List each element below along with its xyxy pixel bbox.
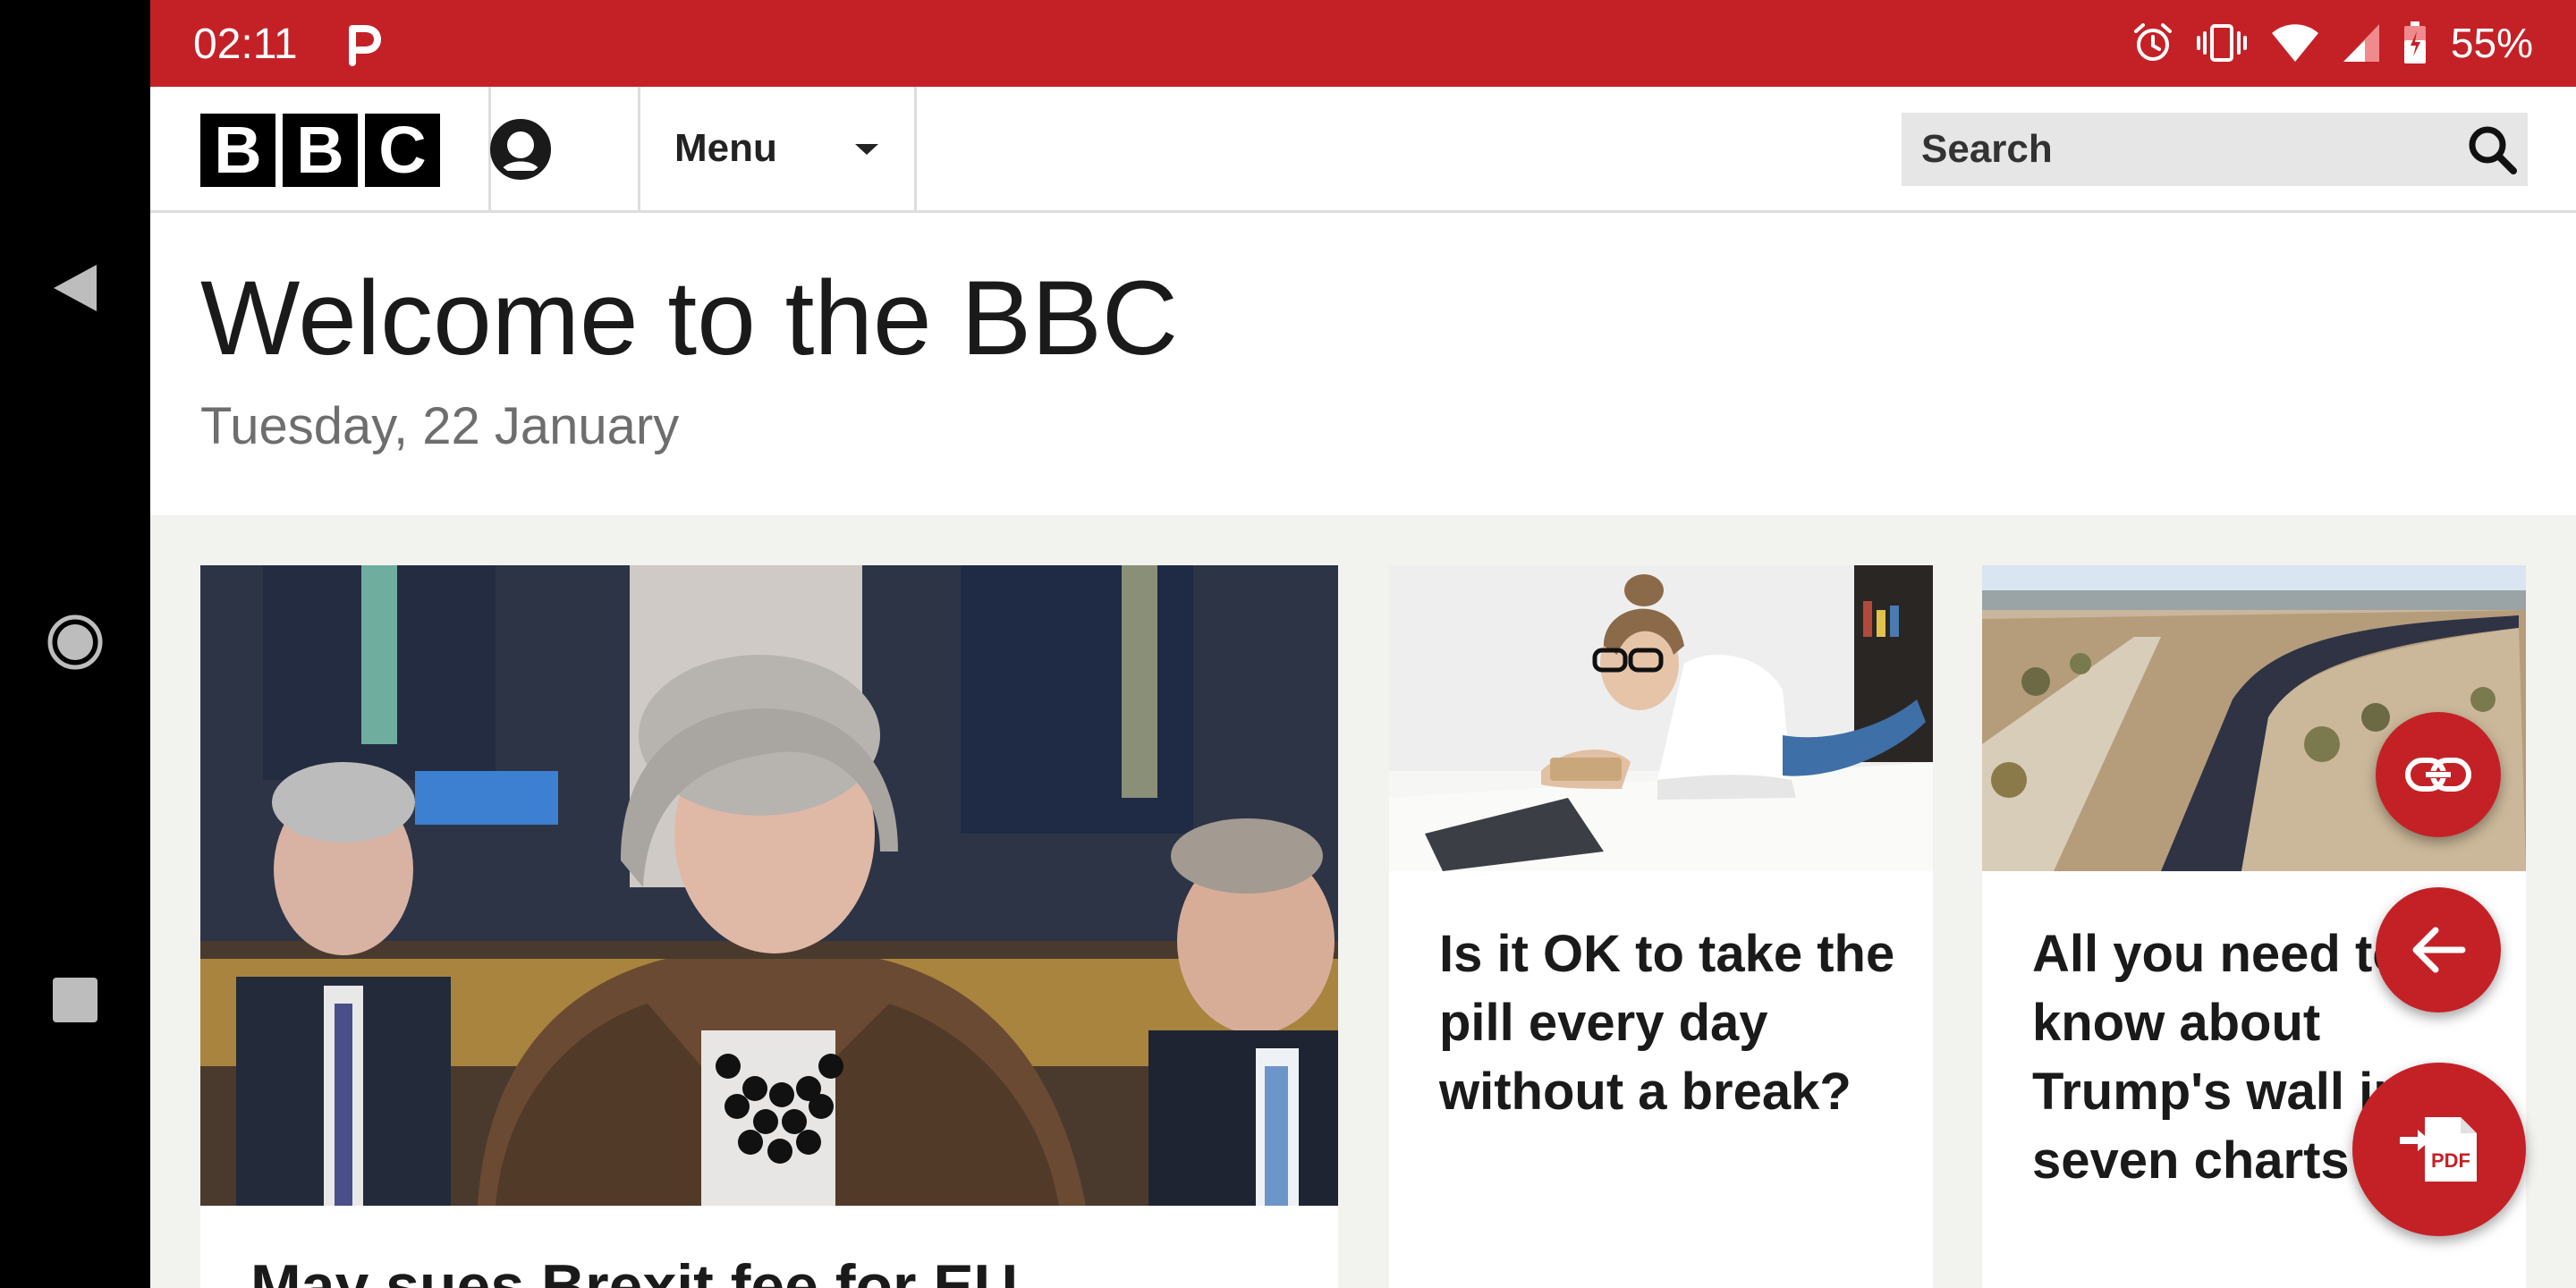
recents-square-icon — [53, 978, 97, 1022]
parking-app-icon — [349, 25, 381, 66]
header-divider — [914, 87, 917, 210]
caret-down-icon — [855, 144, 878, 155]
status-bar: 02:11 55% — [150, 0, 2576, 87]
story-card[interactable]: Is it OK to take the pill every day with… — [1389, 565, 1933, 1288]
status-icons: 55% — [2132, 16, 2533, 70]
page-title: Welcome to the BBC — [200, 259, 1179, 377]
battery-icon — [2403, 21, 2426, 64]
signal-icon — [2343, 24, 2379, 62]
nav-recents-button[interactable] — [43, 968, 107, 1032]
phone-screen: 02:11 55% B B C Menu Search Welcome to t… — [150, 0, 2576, 1288]
nav-home-button[interactable] — [43, 610, 107, 674]
story-image — [1389, 565, 1933, 871]
lead-story-image — [200, 565, 1338, 1206]
wifi-icon — [2271, 24, 2318, 62]
account-icon — [490, 119, 551, 180]
status-time: 02:11 — [193, 21, 298, 68]
home-circle-icon — [47, 614, 103, 670]
save-pdf-fab[interactable]: PDF — [2352, 1063, 2526, 1236]
bbc-logo-block: B — [200, 114, 275, 187]
menu-label: Menu — [674, 126, 777, 170]
bbc-logo-block: B — [283, 114, 358, 187]
search-box — [1902, 113, 2528, 186]
page-date: Tuesday, 22 January — [200, 397, 680, 455]
bbc-logo-block: C — [365, 114, 440, 187]
search-input[interactable] — [1902, 127, 2456, 172]
search-button[interactable] — [2456, 113, 2528, 186]
link-icon — [2405, 758, 2471, 792]
pdf-icon: PDF — [2400, 1117, 2477, 1182]
nav-back-button[interactable] — [43, 256, 107, 320]
search-icon — [2469, 126, 2517, 174]
lead-story-card[interactable]: May sues Brexit fee for EU — [200, 565, 1338, 1288]
svg-text:PDF: PDF — [2431, 1149, 2470, 1172]
back-triangle-icon — [54, 265, 97, 311]
account-button[interactable] — [490, 119, 551, 180]
copy-link-fab[interactable] — [2376, 712, 2501, 837]
back-fab[interactable] — [2376, 887, 2501, 1013]
lead-story-title: May sues Brexit fee for EU — [250, 1252, 1018, 1288]
bbc-logo[interactable]: B B C — [200, 114, 440, 187]
menu-button[interactable]: Menu — [640, 87, 900, 210]
arrow-back-icon — [2412, 927, 2466, 973]
alarm-icon — [2133, 23, 2172, 61]
story-title: Is it OK to take the pill every day with… — [1439, 925, 1895, 1121]
welcome-section: Welcome to the BBC Tuesday, 22 January — [150, 213, 2576, 515]
battery-percent: 55% — [2450, 20, 2533, 66]
bbc-header: B B C Menu — [150, 87, 2576, 213]
vibrate-icon — [2196, 24, 2247, 62]
android-navigation-bar — [0, 0, 150, 1288]
